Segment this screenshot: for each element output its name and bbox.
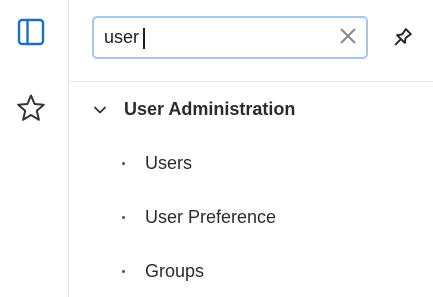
left-rail xyxy=(0,0,69,297)
search-field[interactable] xyxy=(92,16,368,59)
tree-item-groups[interactable]: Groups xyxy=(70,261,433,291)
clear-search-button[interactable] xyxy=(336,26,360,50)
bullet-icon xyxy=(122,270,125,273)
tree-group-user-administration[interactable]: User Administration xyxy=(70,95,433,125)
sidebar-panel-icon xyxy=(17,18,45,51)
navigator-window: User Administration Users User Preferenc… xyxy=(0,0,433,297)
navigator-panel: User Administration Users User Preferenc… xyxy=(70,0,433,297)
star-icon xyxy=(16,93,46,128)
bullet-icon xyxy=(122,162,125,165)
tree-item-label: Users xyxy=(145,153,193,173)
favorites-button[interactable] xyxy=(14,93,48,127)
text-cursor xyxy=(143,28,145,49)
bullet-icon xyxy=(122,216,125,219)
tree-item-user-preference[interactable]: User Preference xyxy=(70,207,433,237)
close-icon xyxy=(339,27,357,50)
search-input[interactable] xyxy=(104,23,324,51)
toggle-sidebar-button[interactable] xyxy=(14,17,48,51)
pin-icon xyxy=(390,26,414,55)
tree-item-label: User Preference xyxy=(145,207,277,227)
chevron-down-icon xyxy=(94,106,106,114)
tree-item-label: Groups xyxy=(145,261,205,281)
search-header xyxy=(70,0,433,82)
tree-item-users[interactable]: Users xyxy=(70,153,433,183)
pin-button[interactable] xyxy=(386,24,418,56)
tree-group-label: User Administration xyxy=(124,99,296,119)
